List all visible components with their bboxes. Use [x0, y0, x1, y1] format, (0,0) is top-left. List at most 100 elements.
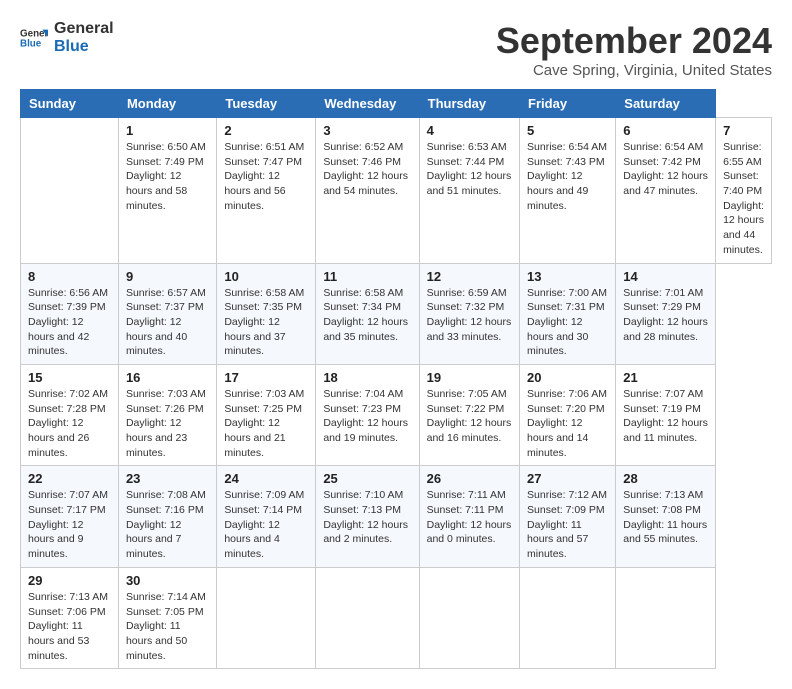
calendar-table: Sunday Monday Tuesday Wednesday Thursday…	[20, 89, 772, 669]
day-number: 19	[427, 370, 512, 385]
day-info: Sunrise: 6:50 AMSunset: 7:49 PMDaylight:…	[126, 140, 209, 213]
day-number: 5	[527, 123, 608, 138]
day-number: 16	[126, 370, 209, 385]
day-number: 20	[527, 370, 608, 385]
day-number: 14	[623, 269, 708, 284]
calendar-cell: 5 Sunrise: 6:54 AMSunset: 7:43 PMDayligh…	[520, 118, 616, 264]
calendar-cell: 27 Sunrise: 7:12 AMSunset: 7:09 PMDaylig…	[520, 466, 616, 567]
day-number: 7	[723, 123, 764, 138]
calendar-cell	[616, 567, 716, 668]
logo: General Blue General Blue	[20, 20, 114, 55]
calendar-cell	[21, 118, 119, 264]
day-info: Sunrise: 7:03 AMSunset: 7:26 PMDaylight:…	[126, 387, 209, 460]
day-number: 3	[323, 123, 411, 138]
day-info: Sunrise: 7:14 AMSunset: 7:05 PMDaylight:…	[126, 590, 209, 663]
day-info: Sunrise: 7:10 AMSunset: 7:13 PMDaylight:…	[323, 488, 411, 547]
day-info: Sunrise: 6:59 AMSunset: 7:32 PMDaylight:…	[427, 286, 512, 345]
calendar-cell: 21 Sunrise: 7:07 AMSunset: 7:19 PMDaylig…	[616, 364, 716, 465]
col-wednesday: Wednesday	[316, 90, 419, 118]
day-number: 15	[28, 370, 111, 385]
calendar-cell: 8 Sunrise: 6:56 AMSunset: 7:39 PMDayligh…	[21, 263, 119, 364]
calendar-cell	[217, 567, 316, 668]
day-number: 8	[28, 269, 111, 284]
svg-text:Blue: Blue	[20, 38, 42, 49]
calendar-cell: 19 Sunrise: 7:05 AMSunset: 7:22 PMDaylig…	[419, 364, 519, 465]
calendar-cell: 3 Sunrise: 6:52 AMSunset: 7:46 PMDayligh…	[316, 118, 419, 264]
day-info: Sunrise: 7:07 AMSunset: 7:19 PMDaylight:…	[623, 387, 708, 446]
calendar-cell: 23 Sunrise: 7:08 AMSunset: 7:16 PMDaylig…	[118, 466, 216, 567]
col-sunday: Sunday	[21, 90, 119, 118]
calendar-cell: 30 Sunrise: 7:14 AMSunset: 7:05 PMDaylig…	[118, 567, 216, 668]
day-number: 28	[623, 471, 708, 486]
day-number: 1	[126, 123, 209, 138]
day-number: 24	[224, 471, 308, 486]
day-number: 22	[28, 471, 111, 486]
day-number: 29	[28, 573, 111, 588]
calendar-cell: 12 Sunrise: 6:59 AMSunset: 7:32 PMDaylig…	[419, 263, 519, 364]
day-number: 4	[427, 123, 512, 138]
calendar-cell	[520, 567, 616, 668]
day-number: 25	[323, 471, 411, 486]
title-section: September 2024 Cave Spring, Virginia, Un…	[496, 20, 772, 79]
col-thursday: Thursday	[419, 90, 519, 118]
calendar-cell: 15 Sunrise: 7:02 AMSunset: 7:28 PMDaylig…	[21, 364, 119, 465]
calendar-cell: 22 Sunrise: 7:07 AMSunset: 7:17 PMDaylig…	[21, 466, 119, 567]
day-info: Sunrise: 7:01 AMSunset: 7:29 PMDaylight:…	[623, 286, 708, 345]
day-info: Sunrise: 6:55 AMSunset: 7:40 PMDaylight:…	[723, 140, 764, 258]
header: General Blue General Blue September 2024…	[20, 20, 772, 79]
day-number: 12	[427, 269, 512, 284]
calendar-cell: 18 Sunrise: 7:04 AMSunset: 7:23 PMDaylig…	[316, 364, 419, 465]
day-number: 21	[623, 370, 708, 385]
calendar-cell: 14 Sunrise: 7:01 AMSunset: 7:29 PMDaylig…	[616, 263, 716, 364]
day-number: 13	[527, 269, 608, 284]
day-number: 27	[527, 471, 608, 486]
day-info: Sunrise: 6:53 AMSunset: 7:44 PMDaylight:…	[427, 140, 512, 199]
day-info: Sunrise: 6:58 AMSunset: 7:34 PMDaylight:…	[323, 286, 411, 345]
day-number: 9	[126, 269, 209, 284]
day-info: Sunrise: 7:08 AMSunset: 7:16 PMDaylight:…	[126, 488, 209, 561]
logo-line1: General	[54, 20, 114, 38]
calendar-cell	[419, 567, 519, 668]
day-number: 6	[623, 123, 708, 138]
day-info: Sunrise: 6:57 AMSunset: 7:37 PMDaylight:…	[126, 286, 209, 359]
calendar-cell: 11 Sunrise: 6:58 AMSunset: 7:34 PMDaylig…	[316, 263, 419, 364]
logo-icon: General Blue	[20, 24, 48, 52]
day-info: Sunrise: 6:58 AMSunset: 7:35 PMDaylight:…	[224, 286, 308, 359]
week-row-2: 15 Sunrise: 7:02 AMSunset: 7:28 PMDaylig…	[21, 364, 772, 465]
day-info: Sunrise: 7:05 AMSunset: 7:22 PMDaylight:…	[427, 387, 512, 446]
day-info: Sunrise: 7:07 AMSunset: 7:17 PMDaylight:…	[28, 488, 111, 561]
day-info: Sunrise: 7:13 AMSunset: 7:06 PMDaylight:…	[28, 590, 111, 663]
day-number: 23	[126, 471, 209, 486]
day-info: Sunrise: 6:56 AMSunset: 7:39 PMDaylight:…	[28, 286, 111, 359]
calendar-cell: 26 Sunrise: 7:11 AMSunset: 7:11 PMDaylig…	[419, 466, 519, 567]
calendar-cell: 20 Sunrise: 7:06 AMSunset: 7:20 PMDaylig…	[520, 364, 616, 465]
calendar-cell: 16 Sunrise: 7:03 AMSunset: 7:26 PMDaylig…	[118, 364, 216, 465]
day-number: 26	[427, 471, 512, 486]
col-tuesday: Tuesday	[217, 90, 316, 118]
page-container: General Blue General Blue September 2024…	[20, 20, 772, 669]
day-info: Sunrise: 7:04 AMSunset: 7:23 PMDaylight:…	[323, 387, 411, 446]
day-info: Sunrise: 6:54 AMSunset: 7:43 PMDaylight:…	[527, 140, 608, 213]
day-number: 30	[126, 573, 209, 588]
day-info: Sunrise: 7:00 AMSunset: 7:31 PMDaylight:…	[527, 286, 608, 359]
day-info: Sunrise: 7:06 AMSunset: 7:20 PMDaylight:…	[527, 387, 608, 460]
calendar-cell: 28 Sunrise: 7:13 AMSunset: 7:08 PMDaylig…	[616, 466, 716, 567]
calendar-cell: 2 Sunrise: 6:51 AMSunset: 7:47 PMDayligh…	[217, 118, 316, 264]
month-title: September 2024	[496, 20, 772, 62]
header-row: Sunday Monday Tuesday Wednesday Thursday…	[21, 90, 772, 118]
calendar-cell: 9 Sunrise: 6:57 AMSunset: 7:37 PMDayligh…	[118, 263, 216, 364]
location-title: Cave Spring, Virginia, United States	[496, 62, 772, 79]
calendar-cell: 4 Sunrise: 6:53 AMSunset: 7:44 PMDayligh…	[419, 118, 519, 264]
calendar-cell: 24 Sunrise: 7:09 AMSunset: 7:14 PMDaylig…	[217, 466, 316, 567]
day-info: Sunrise: 6:52 AMSunset: 7:46 PMDaylight:…	[323, 140, 411, 199]
logo-line2: Blue	[54, 38, 114, 56]
week-row-0: 1 Sunrise: 6:50 AMSunset: 7:49 PMDayligh…	[21, 118, 772, 264]
col-monday: Monday	[118, 90, 216, 118]
day-number: 11	[323, 269, 411, 284]
day-number: 18	[323, 370, 411, 385]
day-info: Sunrise: 7:13 AMSunset: 7:08 PMDaylight:…	[623, 488, 708, 547]
col-saturday: Saturday	[616, 90, 716, 118]
calendar-cell: 10 Sunrise: 6:58 AMSunset: 7:35 PMDaylig…	[217, 263, 316, 364]
col-friday: Friday	[520, 90, 616, 118]
calendar-cell: 29 Sunrise: 7:13 AMSunset: 7:06 PMDaylig…	[21, 567, 119, 668]
